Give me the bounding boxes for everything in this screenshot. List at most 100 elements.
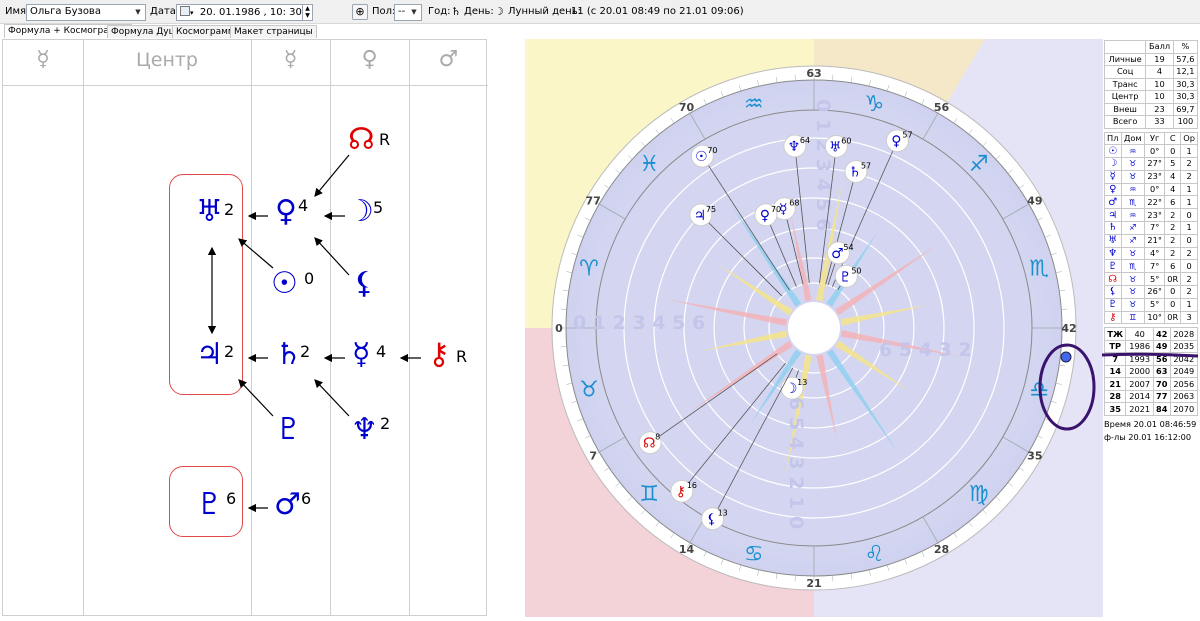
position-cell: 7°	[1144, 221, 1166, 235]
degree-label: 21	[806, 577, 821, 590]
planet-icon: ☉	[1104, 144, 1122, 159]
score-table: Балл% Личные 19 57,6 Соц 4 12,1 Транс 10 30,3 Цен…	[1103, 40, 1199, 129]
planet-glyph-icon: ⚷	[676, 484, 686, 500]
degree-label: 14	[679, 543, 695, 556]
calendar-icon[interactable]	[180, 6, 190, 16]
cycle-cell: 2063	[1169, 389, 1198, 404]
pos-header-s: С	[1164, 131, 1182, 146]
score-cell: 69,7	[1172, 102, 1199, 116]
time-spinner[interactable]: ▲ ▼	[302, 4, 313, 21]
hand-drawn-underline	[1101, 352, 1199, 358]
planet-glyph-icon: ♅	[829, 139, 842, 155]
score-cell: Соц	[1103, 65, 1147, 79]
planet-degree: 68	[789, 199, 799, 208]
position-row: ⚸ ♉ 26° 0 2	[1104, 285, 1198, 299]
zodiac-sign-icon: ♓	[639, 152, 659, 177]
lunar-day-value: 11 (с 20.01 08:49 по 21.01 09:06)	[571, 6, 744, 17]
north-node-retro: R	[379, 130, 391, 149]
planet-degree: 70	[771, 205, 781, 214]
mercury-glyph: ☿	[352, 337, 371, 372]
sign-icon: ♒	[1120, 144, 1146, 159]
tab-page-layout[interactable]: Макет страницы	[230, 25, 317, 38]
date-time-field[interactable]: ▾ 20. 01.1986 , 10: 30: 03	[176, 4, 313, 21]
planet-degree: 8	[655, 433, 660, 442]
jupiter-score: 2	[224, 342, 235, 361]
uranus-score: 2	[224, 200, 235, 219]
date-time-sep: ,	[263, 7, 267, 18]
planet-degree: 50	[851, 266, 861, 275]
position-cell: 26°	[1144, 285, 1166, 299]
planet-icon: ♀	[1104, 182, 1122, 197]
position-cell: 2	[1180, 169, 1198, 184]
planet-degree: 57	[861, 162, 871, 171]
neptune-score: 2	[380, 414, 391, 433]
position-cell: 0	[1164, 297, 1182, 312]
saturn-year-icon: ♄	[451, 5, 461, 18]
saturn-score: 2	[300, 342, 311, 361]
cycle-cell: 70	[1152, 377, 1171, 391]
planet-glyph-icon: ⚸	[706, 512, 716, 528]
sign-icon: ♒	[1120, 208, 1146, 223]
cycle-cell: 2021	[1125, 402, 1154, 416]
cycle-cell: 2049	[1169, 364, 1198, 379]
sex-select[interactable]: -- ▼	[394, 4, 422, 21]
moon-glyph: ☽	[347, 194, 374, 229]
chiron-glyph: ⚷	[428, 337, 450, 372]
chevron-down-icon[interactable]: ▾	[190, 9, 194, 17]
pos-header-angle: Уг	[1144, 131, 1166, 146]
name-select[interactable]: Ольга Бузова ▼	[26, 4, 146, 21]
cycle-row: 28 2014 77 2063	[1103, 389, 1198, 404]
zodiac-sign-icon: ♍	[969, 482, 989, 507]
cycle-cell: 84	[1152, 402, 1171, 416]
degree-label: 63	[806, 67, 821, 80]
sign-icon: ♉	[1120, 157, 1146, 171]
planet-icon: ♅	[1104, 233, 1122, 248]
degree-label: 28	[934, 543, 949, 556]
globe-icon[interactable]: ⊕	[352, 4, 368, 20]
position-cell: 0°	[1144, 182, 1166, 197]
stats-panel: Балл% Личные 19 57,6 Соц 4 12,1 Транс 10 30,3 Цен…	[1103, 40, 1199, 443]
score-cell: 30,3	[1172, 77, 1199, 91]
north-node-glyph: ☊	[348, 122, 375, 157]
cycle-cell: 14	[1103, 364, 1127, 379]
position-cell: 0	[1164, 285, 1182, 299]
mars-glyph: ♂	[274, 487, 301, 522]
progression-marker[interactable]	[1060, 351, 1072, 363]
sign-icon: ♒	[1120, 182, 1146, 197]
planet-degree: 57	[902, 131, 912, 140]
position-cell: 2	[1164, 246, 1182, 261]
position-cell: 22°	[1144, 195, 1166, 210]
score-cell: 4	[1145, 65, 1174, 79]
position-row: ☊ ♉ 5° 0R 2	[1104, 272, 1198, 287]
planet-icon: ♃	[1104, 208, 1122, 223]
score-cell: 23	[1145, 102, 1174, 116]
venus-glyph: ♀	[275, 194, 297, 229]
score-cell: 57,6	[1172, 52, 1199, 66]
position-cell: 0°	[1144, 144, 1166, 159]
position-row: ♂ ♏ 22° 6 1	[1104, 195, 1198, 210]
date-value: 20. 01.1986	[199, 7, 261, 18]
jupiter-glyph: ♃	[196, 337, 223, 372]
time-label: Время	[1104, 418, 1131, 429]
sign-icon: ♏	[1120, 259, 1146, 274]
score-cell: 10	[1145, 77, 1174, 91]
planet-glyph-icon: ☽	[785, 381, 798, 397]
degree-label: 7	[589, 450, 597, 463]
cycle-cell: 2056	[1169, 377, 1198, 391]
cycle-cell: ТЖ	[1103, 327, 1127, 341]
sign-icon: ♊	[1120, 310, 1146, 325]
zodiac-sign-icon: ♌	[864, 542, 884, 567]
cycle-cell: 40	[1125, 327, 1154, 341]
position-cell: 2	[1164, 233, 1182, 248]
position-row: ♃ ♒ 23° 2 0	[1104, 208, 1198, 223]
zodiac-sign-icon: ♒	[744, 92, 764, 117]
position-cell: 1	[1180, 195, 1198, 210]
zodiac-sign-icon: ♋	[744, 542, 764, 567]
degree-label: 70	[679, 101, 695, 114]
formula-panel: ☿ Центр ☿ ♀ ♂ ☊ R ♅ 2 ♀ 4 ☽ 5 ☉ 0 ⚸ ♃ 2 ♄ 2 ☿ 4 …	[2, 39, 488, 616]
position-row: ♇ ♏ 7° 6 0	[1104, 259, 1198, 274]
score-row: Личные 19 57,6	[1103, 52, 1199, 66]
cycle-row: 35 2021 84 2070	[1103, 402, 1198, 416]
planet-icon: ⚷	[1104, 310, 1122, 325]
score-cell: 30,3	[1172, 90, 1199, 104]
